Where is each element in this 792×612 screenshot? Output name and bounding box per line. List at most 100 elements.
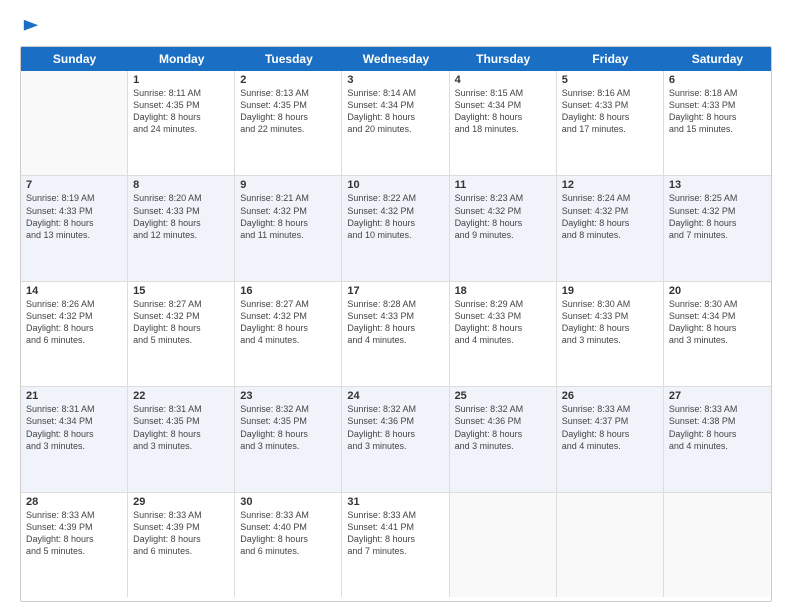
day-info: Sunrise: 8:33 AM Sunset: 4:41 PM Dayligh… xyxy=(347,509,443,558)
cal-week-1: 7Sunrise: 8:19 AM Sunset: 4:33 PM Daylig… xyxy=(21,176,771,281)
calendar-header: SundayMondayTuesdayWednesdayThursdayFrid… xyxy=(21,47,771,71)
day-info: Sunrise: 8:15 AM Sunset: 4:34 PM Dayligh… xyxy=(455,87,551,136)
cal-cell: 21Sunrise: 8:31 AM Sunset: 4:34 PM Dayli… xyxy=(21,387,128,491)
cal-cell: 20Sunrise: 8:30 AM Sunset: 4:34 PM Dayli… xyxy=(664,282,771,386)
cal-cell: 12Sunrise: 8:24 AM Sunset: 4:32 PM Dayli… xyxy=(557,176,664,280)
cal-cell: 14Sunrise: 8:26 AM Sunset: 4:32 PM Dayli… xyxy=(21,282,128,386)
day-number: 20 xyxy=(669,285,766,297)
day-number: 5 xyxy=(562,74,658,86)
cal-cell: 9Sunrise: 8:21 AM Sunset: 4:32 PM Daylig… xyxy=(235,176,342,280)
day-number: 2 xyxy=(240,74,336,86)
day-number: 17 xyxy=(347,285,443,297)
day-number: 25 xyxy=(455,390,551,402)
day-number: 6 xyxy=(669,74,766,86)
cal-cell xyxy=(664,493,771,597)
header-day-tuesday: Tuesday xyxy=(235,47,342,71)
cal-cell: 7Sunrise: 8:19 AM Sunset: 4:33 PM Daylig… xyxy=(21,176,128,280)
day-info: Sunrise: 8:19 AM Sunset: 4:33 PM Dayligh… xyxy=(26,192,122,241)
day-number: 19 xyxy=(562,285,658,297)
cal-cell: 5Sunrise: 8:16 AM Sunset: 4:33 PM Daylig… xyxy=(557,71,664,175)
day-number: 10 xyxy=(347,179,443,191)
day-number: 31 xyxy=(347,496,443,508)
calendar-body: 1Sunrise: 8:11 AM Sunset: 4:35 PM Daylig… xyxy=(21,71,771,597)
day-info: Sunrise: 8:33 AM Sunset: 4:38 PM Dayligh… xyxy=(669,403,766,452)
day-number: 26 xyxy=(562,390,658,402)
cal-cell: 23Sunrise: 8:32 AM Sunset: 4:35 PM Dayli… xyxy=(235,387,342,491)
day-number: 28 xyxy=(26,496,122,508)
cal-cell: 26Sunrise: 8:33 AM Sunset: 4:37 PM Dayli… xyxy=(557,387,664,491)
day-info: Sunrise: 8:32 AM Sunset: 4:35 PM Dayligh… xyxy=(240,403,336,452)
day-number: 27 xyxy=(669,390,766,402)
header xyxy=(20,18,772,36)
cal-cell: 10Sunrise: 8:22 AM Sunset: 4:32 PM Dayli… xyxy=(342,176,449,280)
cal-cell xyxy=(450,493,557,597)
day-info: Sunrise: 8:29 AM Sunset: 4:33 PM Dayligh… xyxy=(455,298,551,347)
day-info: Sunrise: 8:20 AM Sunset: 4:33 PM Dayligh… xyxy=(133,192,229,241)
cal-week-2: 14Sunrise: 8:26 AM Sunset: 4:32 PM Dayli… xyxy=(21,282,771,387)
day-number: 21 xyxy=(26,390,122,402)
logo-flag-icon xyxy=(22,18,40,36)
cal-cell: 30Sunrise: 8:33 AM Sunset: 4:40 PM Dayli… xyxy=(235,493,342,597)
day-number: 9 xyxy=(240,179,336,191)
cal-cell: 22Sunrise: 8:31 AM Sunset: 4:35 PM Dayli… xyxy=(128,387,235,491)
cal-cell: 25Sunrise: 8:32 AM Sunset: 4:36 PM Dayli… xyxy=(450,387,557,491)
logo-text xyxy=(20,18,40,36)
day-number: 15 xyxy=(133,285,229,297)
cal-week-0: 1Sunrise: 8:11 AM Sunset: 4:35 PM Daylig… xyxy=(21,71,771,176)
cal-cell: 18Sunrise: 8:29 AM Sunset: 4:33 PM Dayli… xyxy=(450,282,557,386)
header-day-thursday: Thursday xyxy=(450,47,557,71)
day-info: Sunrise: 8:28 AM Sunset: 4:33 PM Dayligh… xyxy=(347,298,443,347)
day-info: Sunrise: 8:13 AM Sunset: 4:35 PM Dayligh… xyxy=(240,87,336,136)
day-info: Sunrise: 8:32 AM Sunset: 4:36 PM Dayligh… xyxy=(347,403,443,452)
day-info: Sunrise: 8:11 AM Sunset: 4:35 PM Dayligh… xyxy=(133,87,229,136)
header-day-wednesday: Wednesday xyxy=(342,47,449,71)
cal-cell: 27Sunrise: 8:33 AM Sunset: 4:38 PM Dayli… xyxy=(664,387,771,491)
day-number: 12 xyxy=(562,179,658,191)
header-day-sunday: Sunday xyxy=(21,47,128,71)
day-number: 16 xyxy=(240,285,336,297)
day-info: Sunrise: 8:16 AM Sunset: 4:33 PM Dayligh… xyxy=(562,87,658,136)
cal-week-3: 21Sunrise: 8:31 AM Sunset: 4:34 PM Dayli… xyxy=(21,387,771,492)
cal-cell: 31Sunrise: 8:33 AM Sunset: 4:41 PM Dayli… xyxy=(342,493,449,597)
day-number: 11 xyxy=(455,179,551,191)
day-number: 4 xyxy=(455,74,551,86)
day-info: Sunrise: 8:33 AM Sunset: 4:37 PM Dayligh… xyxy=(562,403,658,452)
day-info: Sunrise: 8:18 AM Sunset: 4:33 PM Dayligh… xyxy=(669,87,766,136)
header-day-saturday: Saturday xyxy=(664,47,771,71)
day-info: Sunrise: 8:31 AM Sunset: 4:35 PM Dayligh… xyxy=(133,403,229,452)
cal-cell: 16Sunrise: 8:27 AM Sunset: 4:32 PM Dayli… xyxy=(235,282,342,386)
day-info: Sunrise: 8:21 AM Sunset: 4:32 PM Dayligh… xyxy=(240,192,336,241)
day-info: Sunrise: 8:27 AM Sunset: 4:32 PM Dayligh… xyxy=(133,298,229,347)
day-number: 14 xyxy=(26,285,122,297)
day-number: 13 xyxy=(669,179,766,191)
calendar: SundayMondayTuesdayWednesdayThursdayFrid… xyxy=(20,46,772,602)
header-day-monday: Monday xyxy=(128,47,235,71)
day-number: 23 xyxy=(240,390,336,402)
cal-cell: 13Sunrise: 8:25 AM Sunset: 4:32 PM Dayli… xyxy=(664,176,771,280)
day-info: Sunrise: 8:27 AM Sunset: 4:32 PM Dayligh… xyxy=(240,298,336,347)
day-info: Sunrise: 8:14 AM Sunset: 4:34 PM Dayligh… xyxy=(347,87,443,136)
day-info: Sunrise: 8:23 AM Sunset: 4:32 PM Dayligh… xyxy=(455,192,551,241)
day-number: 22 xyxy=(133,390,229,402)
day-info: Sunrise: 8:33 AM Sunset: 4:39 PM Dayligh… xyxy=(26,509,122,558)
cal-cell: 4Sunrise: 8:15 AM Sunset: 4:34 PM Daylig… xyxy=(450,71,557,175)
cal-week-4: 28Sunrise: 8:33 AM Sunset: 4:39 PM Dayli… xyxy=(21,493,771,597)
cal-cell: 28Sunrise: 8:33 AM Sunset: 4:39 PM Dayli… xyxy=(21,493,128,597)
day-info: Sunrise: 8:33 AM Sunset: 4:39 PM Dayligh… xyxy=(133,509,229,558)
day-info: Sunrise: 8:22 AM Sunset: 4:32 PM Dayligh… xyxy=(347,192,443,241)
day-number: 7 xyxy=(26,179,122,191)
day-number: 24 xyxy=(347,390,443,402)
cal-cell: 8Sunrise: 8:20 AM Sunset: 4:33 PM Daylig… xyxy=(128,176,235,280)
cal-cell xyxy=(557,493,664,597)
cal-cell: 11Sunrise: 8:23 AM Sunset: 4:32 PM Dayli… xyxy=(450,176,557,280)
day-info: Sunrise: 8:30 AM Sunset: 4:34 PM Dayligh… xyxy=(669,298,766,347)
cal-cell: 2Sunrise: 8:13 AM Sunset: 4:35 PM Daylig… xyxy=(235,71,342,175)
day-number: 3 xyxy=(347,74,443,86)
day-number: 29 xyxy=(133,496,229,508)
cal-cell: 6Sunrise: 8:18 AM Sunset: 4:33 PM Daylig… xyxy=(664,71,771,175)
page: SundayMondayTuesdayWednesdayThursdayFrid… xyxy=(0,0,792,612)
cal-cell: 15Sunrise: 8:27 AM Sunset: 4:32 PM Dayli… xyxy=(128,282,235,386)
day-info: Sunrise: 8:33 AM Sunset: 4:40 PM Dayligh… xyxy=(240,509,336,558)
header-day-friday: Friday xyxy=(557,47,664,71)
cal-cell: 3Sunrise: 8:14 AM Sunset: 4:34 PM Daylig… xyxy=(342,71,449,175)
